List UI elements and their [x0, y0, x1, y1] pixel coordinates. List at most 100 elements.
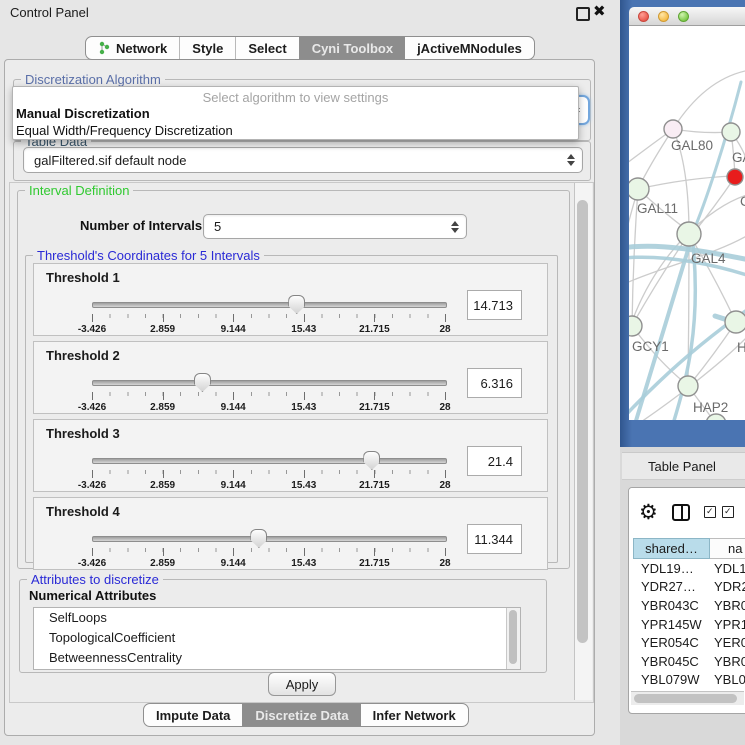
- network-node-green[interactable]: [629, 178, 649, 200]
- tab-style[interactable]: Style: [179, 37, 235, 59]
- threshold-value-field[interactable]: 11.344: [467, 524, 522, 554]
- threshold-slider[interactable]: -3.4262.8599.14415.4321.71528: [92, 536, 445, 566]
- column-header-shared-name[interactable]: shared…: [633, 538, 710, 559]
- tab-infer-network[interactable]: Infer Network: [361, 704, 468, 726]
- table-row[interactable]: YPR145WYPR1: [633, 615, 745, 634]
- tick-label: 9.144: [221, 324, 246, 335]
- threshold-value-field[interactable]: 21.4: [467, 446, 522, 476]
- tab-network[interactable]: Network: [86, 37, 179, 59]
- network-view-canvas[interactable]: GAL80GACGAL11GAL4GCY1HHAP2: [629, 26, 745, 420]
- apply-button[interactable]: Apply: [268, 672, 336, 696]
- tab-cyni-toolbox[interactable]: Cyni Toolbox: [299, 37, 405, 59]
- network-edge[interactable]: [632, 326, 685, 383]
- threshold-box-3: Threshold 3-3.4262.8599.14415.4321.71528…: [33, 419, 548, 492]
- slider-track[interactable]: [92, 302, 447, 308]
- major-tick: [233, 392, 234, 400]
- attribute-item[interactable]: SelfLoops: [34, 608, 520, 628]
- scrollbar-thumb[interactable]: [577, 200, 588, 643]
- network-node-green[interactable]: [725, 311, 745, 333]
- column-header-name[interactable]: na: [710, 538, 745, 559]
- slider-track[interactable]: [92, 380, 447, 386]
- minimize-traffic-light-icon[interactable]: [658, 11, 669, 22]
- attribute-item[interactable]: BetweennessCentrality: [34, 648, 520, 668]
- network-edge[interactable]: [629, 132, 669, 166]
- horizontal-scrollbar-thumb[interactable]: [634, 694, 737, 703]
- network-node-pink[interactable]: [664, 120, 682, 138]
- table-data-combobox[interactable]: galFiltered.sif default node: [23, 147, 583, 173]
- slider-track[interactable]: [92, 458, 447, 464]
- cyni-mode-tabs: Impute DataDiscretize DataInfer Network: [143, 703, 469, 727]
- slider-thumb[interactable]: [250, 529, 267, 548]
- zoom-traffic-light-icon[interactable]: [678, 11, 689, 22]
- major-tick: [92, 314, 93, 322]
- node-label: GAL80: [671, 138, 713, 153]
- network-node-green[interactable]: [722, 123, 740, 141]
- threshold-value-field[interactable]: 6.316: [467, 368, 522, 398]
- cell-name: YDL1: [710, 561, 745, 576]
- checkbox-checked-icon[interactable]: ✓: [704, 506, 716, 518]
- major-tick: [92, 392, 93, 400]
- network-edge-highlighted[interactable]: [629, 257, 745, 276]
- tick-label: 28: [439, 324, 450, 335]
- table-row[interactable]: YBR043CYBR0: [633, 596, 745, 615]
- list-scrollbar-thumb[interactable]: [509, 610, 517, 664]
- major-tick: [374, 470, 375, 478]
- horizontal-scrollbar[interactable]: [631, 691, 744, 705]
- table-panel-box: ⚙ ✓ ✓ shared… na YDL19…YDL1YDR27…YDR2YBR…: [628, 487, 745, 714]
- tab-impute-data[interactable]: Impute Data: [144, 704, 242, 726]
- panel-title: Control Panel: [10, 5, 89, 20]
- checkbox-checked-icon[interactable]: ✓: [722, 506, 734, 518]
- threshold-box-4: Threshold 4-3.4262.8599.14415.4321.71528…: [33, 497, 548, 570]
- dropdown-option-manual[interactable]: Manual Discretization: [13, 105, 578, 122]
- network-graph[interactable]: GAL80GACGAL11GAL4GCY1HHAP2: [629, 26, 745, 420]
- num-intervals-label: Number of Intervals: [80, 218, 202, 233]
- cell-name: YDR2: [710, 579, 745, 594]
- major-tick: [233, 314, 234, 322]
- threshold-slider[interactable]: -3.4262.8599.14415.4321.71528: [92, 458, 445, 488]
- node-label: H: [737, 340, 745, 355]
- dropdown-option-equal-width[interactable]: Equal Width/Frequency Discretization: [13, 122, 578, 139]
- table-row[interactable]: YDL19…YDL1: [633, 559, 745, 578]
- threshold-slider[interactable]: -3.4262.8599.14415.4321.71528: [92, 380, 445, 410]
- tick-label: 2.859: [150, 324, 175, 335]
- slider-thumb[interactable]: [194, 373, 211, 392]
- num-intervals-combobox[interactable]: 5: [203, 214, 467, 239]
- network-node-red[interactable]: [727, 169, 743, 185]
- major-tick: [374, 392, 375, 400]
- slider-tick-labels: -3.4262.8599.14415.4321.71528: [92, 480, 445, 492]
- settings-gear-icon[interactable]: ⚙: [639, 502, 658, 523]
- list-scrollbar[interactable]: [506, 608, 520, 669]
- close-icon[interactable]: ✖: [593, 2, 606, 20]
- network-node-green[interactable]: [677, 222, 701, 246]
- cell-name: YBR0: [710, 654, 745, 669]
- combo-arrows-icon: [564, 154, 577, 166]
- tab-jactivemnodules[interactable]: jActiveMNodules: [405, 37, 534, 59]
- major-tick: [304, 548, 305, 556]
- slider-thumb[interactable]: [288, 295, 305, 314]
- network-window-titlebar[interactable]: [629, 7, 745, 26]
- tab-discretize-data[interactable]: Discretize Data: [242, 704, 360, 726]
- threshold-slider[interactable]: -3.4262.8599.14415.4321.71528: [92, 302, 445, 332]
- table-row[interactable]: YER054CYER0: [633, 633, 745, 652]
- tick-label: 28: [439, 480, 450, 491]
- tab-select[interactable]: Select: [235, 37, 298, 59]
- vertical-scrollbar[interactable]: [574, 183, 592, 700]
- slider-track[interactable]: [92, 536, 447, 542]
- tick-label: 15.43: [291, 402, 316, 413]
- network-node-green[interactable]: [678, 376, 698, 396]
- slider-thumb[interactable]: [363, 451, 380, 470]
- table-row[interactable]: YBL079WYBL0: [633, 671, 745, 690]
- attribute-item[interactable]: TopologicalCoefficient: [34, 628, 520, 648]
- table-row[interactable]: YDR27…YDR2: [633, 578, 745, 597]
- table-row[interactable]: YBR045CYBR0: [633, 652, 745, 671]
- node-label: GAL4: [691, 251, 726, 266]
- split-columns-icon[interactable]: [672, 504, 690, 521]
- close-traffic-light-icon[interactable]: [638, 11, 649, 22]
- slider-tick-labels: -3.4262.8599.14415.4321.71528: [92, 558, 445, 570]
- network-node-green[interactable]: [629, 316, 642, 336]
- network-edge[interactable]: [673, 70, 745, 129]
- float-window-icon[interactable]: [576, 7, 590, 21]
- slider-tick-labels: -3.4262.8599.14415.4321.71528: [92, 324, 445, 336]
- numerical-attributes-list: SelfLoopsTopologicalCoefficientBetweenne…: [33, 607, 521, 670]
- threshold-value-field[interactable]: 14.713: [467, 290, 522, 320]
